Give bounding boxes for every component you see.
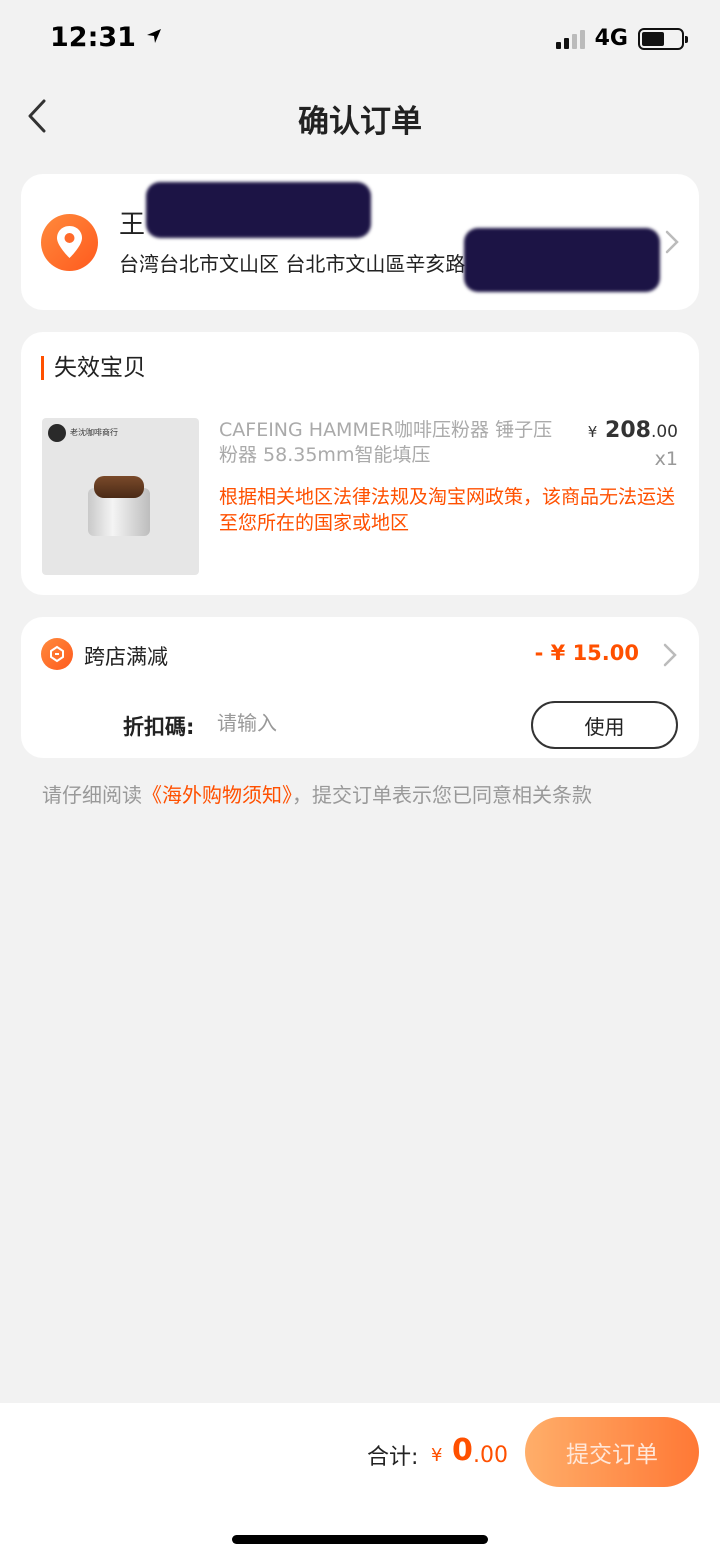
product-quantity: x1 — [654, 448, 678, 470]
location-arrow-icon — [147, 29, 162, 43]
shop-logo-text: 老沈咖啡商行 — [70, 428, 118, 437]
chevron-right-icon[interactable] — [663, 643, 677, 671]
price-symbol: ¥ — [587, 423, 598, 441]
shop-logo — [48, 424, 66, 442]
signal-icon — [555, 29, 585, 49]
recipient-name: 王 — [119, 210, 146, 240]
product-title[interactable]: CAFEING HAMMER咖啡压粉器 锤子压粉器 58.35mm智能填压 — [219, 418, 569, 468]
redaction-mark — [146, 182, 371, 238]
checkout-bar: 合计: ¥ 0 .00 提交订单 — [0, 1403, 720, 1558]
total-amount-int: 0 — [452, 1433, 473, 1468]
submit-order-button[interactable]: 提交订单 — [525, 1417, 699, 1487]
nav-bar: 确认订单 — [0, 80, 720, 152]
product-price: ¥ 208.00 — [588, 418, 678, 443]
apply-coupon-button[interactable]: 使用 — [531, 701, 678, 749]
status-time-text: 12:31 — [50, 22, 136, 53]
notice-suffix: ，提交订单表示您已同意相关条款 — [292, 783, 592, 807]
status-bar: 12:31 4G — [0, 0, 720, 80]
price-int: 208 — [605, 418, 651, 443]
status-time: 12:31 — [50, 22, 163, 53]
address-card[interactable]: 王 台湾台北市文山区 台北市文山區辛亥路 — [21, 174, 699, 310]
invalid-items-card: 失效宝贝 老沈咖啡商行 CAFEING HAMMER咖啡压粉器 锤子压粉器 58… — [21, 332, 699, 595]
address-line: 台湾台北市文山区 台北市文山區辛亥路 — [119, 252, 466, 276]
discount-amount[interactable]: - ¥ 15.00 — [535, 641, 639, 665]
coupon-code-label: 折扣碼: — [123, 715, 195, 739]
network-label: 4G — [594, 26, 628, 51]
tamper-handle — [94, 476, 144, 498]
status-indicators: 4G — [555, 26, 688, 51]
coupon-icon — [41, 638, 73, 670]
coupon-code-input[interactable] — [217, 705, 497, 741]
notice-prefix: 请仔细阅读 — [42, 783, 142, 807]
discount-card: 跨店满减 - ¥ 15.00 折扣碼: 使用 — [21, 617, 699, 758]
chevron-right-icon — [665, 230, 679, 258]
product-image[interactable]: 老沈咖啡商行 — [42, 418, 199, 575]
shipping-warning: 根据相关地区法律法规及淘宝网政策，该商品无法运送至您所在的国家或地区 — [219, 486, 676, 534]
terms-notice: 请仔细阅读《海外购物须知》，提交订单表示您已同意相关条款 — [42, 782, 662, 809]
home-indicator[interactable] — [232, 1535, 488, 1544]
page-title: 确认订单 — [298, 104, 422, 140]
location-pin-icon — [41, 214, 98, 271]
redaction-mark — [464, 228, 660, 292]
price-dec: .00 — [650, 422, 678, 442]
total-amount-dec: .00 — [473, 1443, 508, 1468]
discount-label: 跨店满减 — [84, 645, 168, 669]
total-label: 合计: — [367, 1445, 419, 1470]
overseas-shopping-link[interactable]: 《海外购物须知》 — [142, 783, 292, 807]
battery-icon — [638, 27, 688, 50]
total-currency: ¥ — [431, 1445, 443, 1466]
section-title: 失效宝贝 — [41, 356, 146, 380]
